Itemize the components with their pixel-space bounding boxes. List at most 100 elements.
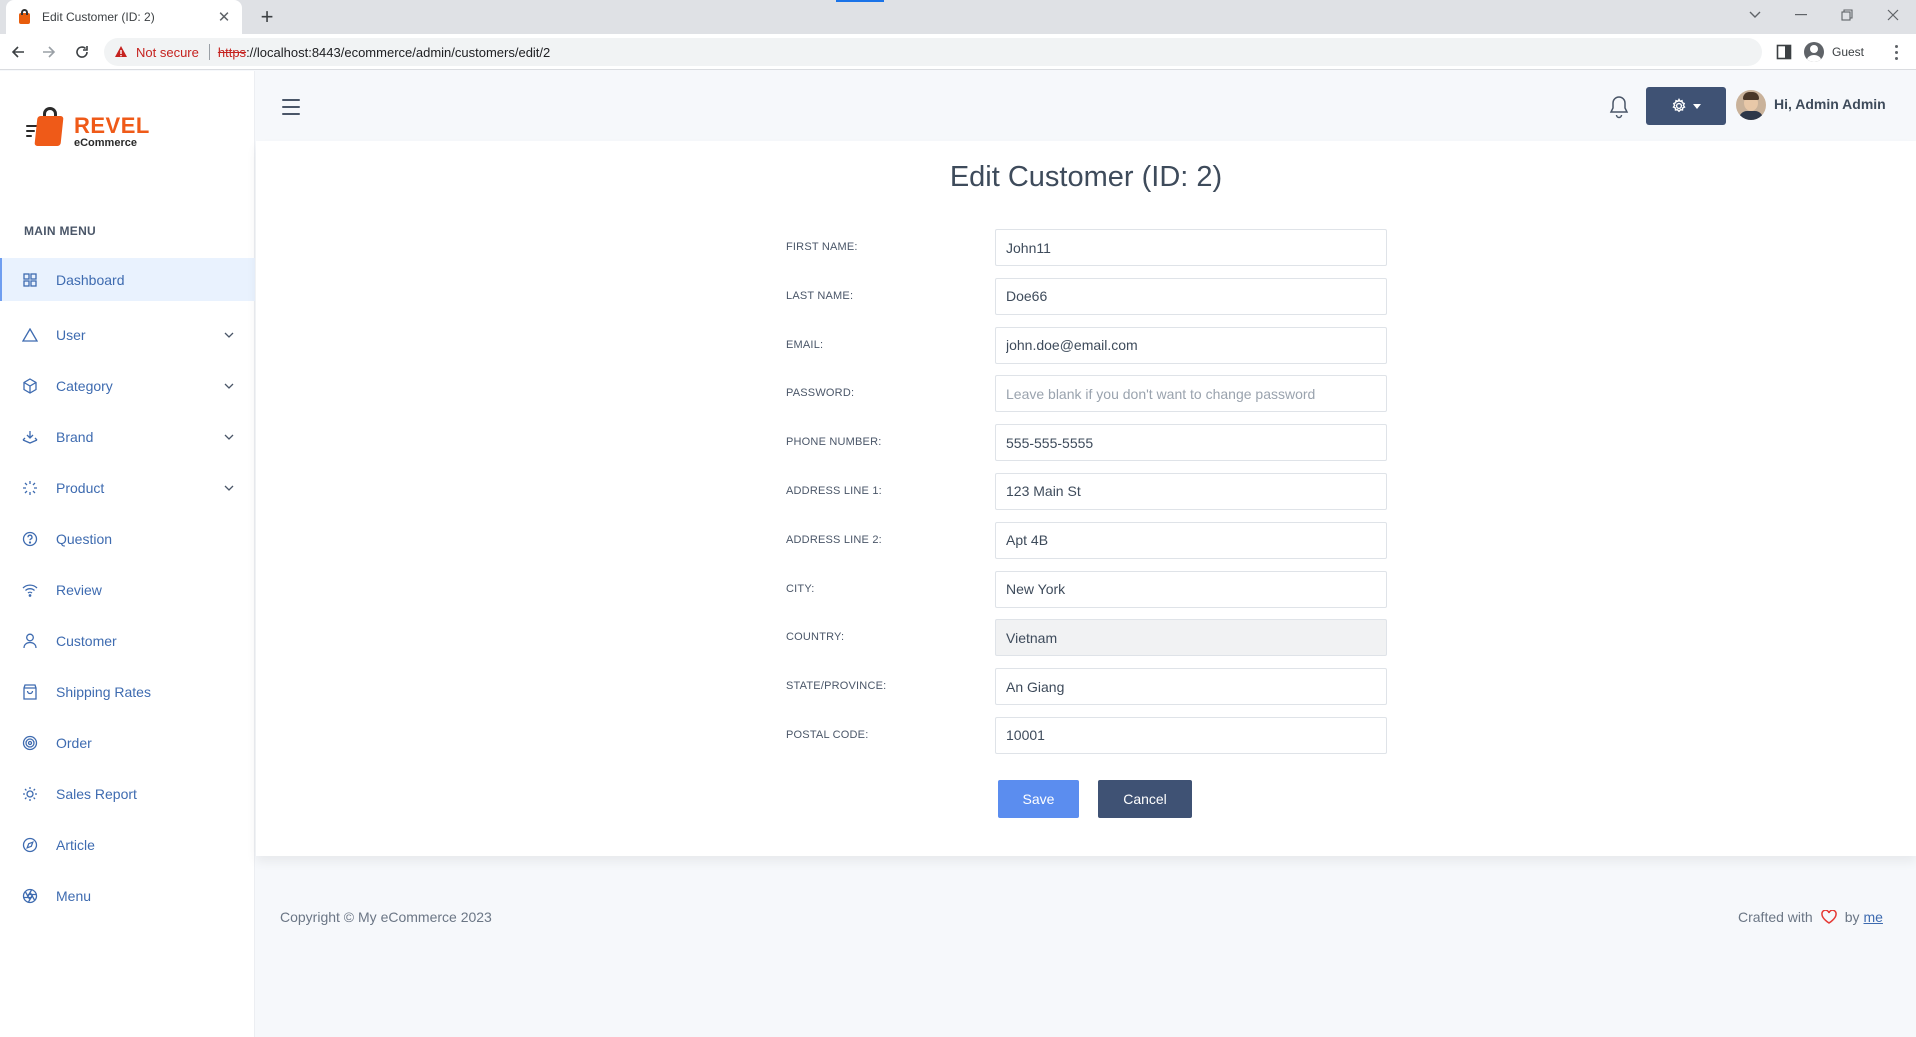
- address-bar[interactable]: Not secure https ://localhost:8443/ecomm…: [104, 38, 1762, 66]
- loader-icon: [22, 480, 38, 496]
- profile-button[interactable]: Guest: [1800, 39, 1875, 65]
- city-label: CITY:: [786, 582, 815, 595]
- url-path: ://localhost:8443/ecommerce/admin/custom…: [246, 44, 551, 60]
- minimize-icon[interactable]: [1778, 0, 1824, 30]
- password-label: PASSWORD:: [786, 387, 855, 400]
- last-name-label: LAST NAME:: [786, 289, 854, 302]
- layers-icon: [22, 429, 38, 445]
- warning-icon: [115, 46, 127, 57]
- footer-author-link[interactable]: me: [1864, 909, 1883, 925]
- settings-dropdown-button[interactable]: [1646, 87, 1726, 125]
- reload-icon[interactable]: [71, 41, 93, 63]
- country-field[interactable]: [995, 619, 1387, 657]
- postal-code-field[interactable]: [995, 716, 1387, 754]
- state-province-label: STATE/PROVINCE:: [786, 680, 887, 693]
- bell-icon[interactable]: [1608, 95, 1630, 119]
- postal-code-row: POSTAL CODE:: [786, 716, 1387, 766]
- email-label: EMAIL:: [786, 338, 824, 351]
- sidebar-item-sales-report[interactable]: Sales Report: [0, 768, 255, 819]
- profile-label: Guest: [1832, 45, 1865, 59]
- main-menu-heading: MAIN MENU: [24, 224, 97, 238]
- sidebar-item-label: Menu: [56, 887, 92, 904]
- last-name-field[interactable]: [995, 277, 1387, 315]
- address-line-1-row: ADDRESS LINE 1:: [786, 472, 1387, 522]
- first-name-field[interactable]: [995, 229, 1387, 266]
- footer-by-text: by: [1844, 909, 1860, 925]
- sidebar-item-shipping-rates[interactable]: Shipping Rates: [0, 666, 255, 717]
- guest-avatar-icon: [1804, 42, 1824, 62]
- side-panel-icon[interactable]: [1776, 44, 1792, 60]
- first-name-row: FIRST NAME:: [786, 229, 1387, 278]
- omnibox-divider: [208, 44, 210, 60]
- chevron-down-icon[interactable]: [223, 482, 235, 494]
- postal-code-label: POSTAL CODE:: [786, 728, 869, 741]
- back-icon[interactable]: [7, 41, 29, 63]
- tab-search-icon[interactable]: [1732, 0, 1778, 30]
- tab-title: Edit Customer (ID: 2): [42, 10, 155, 24]
- close-window-icon[interactable]: [1870, 0, 1916, 30]
- chevron-down-icon[interactable]: [223, 329, 235, 341]
- sidebar-item-product[interactable]: Product: [0, 462, 255, 513]
- triangle-icon: [22, 327, 38, 343]
- sidebar-item-menu[interactable]: Menu: [0, 870, 255, 921]
- browser-menu-icon[interactable]: [1888, 43, 1904, 61]
- logo-brand-text: REVEL: [74, 113, 150, 138]
- wifi-icon: [22, 582, 38, 598]
- chevron-down-icon[interactable]: [223, 380, 235, 392]
- hamburger-menu-icon[interactable]: [282, 99, 300, 115]
- sidebar-item-label: Question: [56, 530, 113, 547]
- brand-logo[interactable]: REVEL eCommerce: [26, 107, 166, 153]
- user-greeting[interactable]: Hi, Admin Admin: [1774, 96, 1886, 112]
- url-scheme: https: [217, 44, 247, 60]
- state-province-row: STATE/PROVINCE:: [786, 668, 1387, 717]
- city-field[interactable]: [995, 570, 1387, 608]
- avatar[interactable]: [1736, 90, 1766, 120]
- browser-tab[interactable]: Edit Customer (ID: 2) ✕: [6, 0, 242, 34]
- footer-crafted-text: Crafted with: [1738, 909, 1813, 925]
- phone-number-row: PHONE NUMBER:: [786, 424, 1387, 473]
- sidebar: REVEL eCommerce MAIN MENU Dashboard User…: [0, 71, 255, 1037]
- address-line-1-field[interactable]: [995, 472, 1387, 510]
- password-row: PASSWORD:: [786, 375, 1387, 424]
- forward-icon[interactable]: [38, 41, 60, 63]
- sidebar-item-article[interactable]: Article: [0, 819, 255, 870]
- chevron-down-icon[interactable]: [223, 431, 235, 443]
- compass-icon: [22, 837, 38, 853]
- loading-indicator: [836, 0, 884, 2]
- browser-toolbar: Not secure https ://localhost:8443/ecomm…: [0, 34, 1916, 70]
- close-tab-icon[interactable]: ✕: [216, 8, 232, 26]
- page-title: Edit Customer (ID: 2): [949, 161, 1223, 193]
- sidebar-item-order[interactable]: Order: [0, 717, 255, 768]
- new-tab-button[interactable]: +: [255, 5, 279, 29]
- footer-copyright: Copyright © My eCommerce 2023: [280, 909, 492, 925]
- cube-icon: [22, 377, 38, 394]
- sidebar-item-dashboard[interactable]: Dashboard: [0, 258, 255, 301]
- not-secure-label[interactable]: Not secure: [136, 45, 199, 60]
- sidebar-item-question[interactable]: Question: [0, 513, 255, 564]
- sidebar-item-customer[interactable]: Customer: [0, 615, 255, 666]
- address-line-2-field[interactable]: [995, 521, 1387, 559]
- sidebar-item-label: Order: [56, 734, 92, 751]
- city-row: CITY:: [786, 570, 1387, 620]
- sidebar-item-brand[interactable]: Brand: [0, 411, 255, 462]
- save-button[interactable]: Save: [998, 780, 1079, 818]
- state-province-field[interactable]: [995, 668, 1387, 706]
- shopping-bag-icon: [22, 683, 38, 700]
- password-field[interactable]: [995, 375, 1387, 413]
- email-field[interactable]: [995, 326, 1387, 364]
- browser-tab-strip: Edit Customer (ID: 2) ✕ +: [0, 0, 1916, 34]
- grid-icon: [22, 272, 38, 288]
- sun-icon: [22, 786, 38, 802]
- restore-icon[interactable]: [1824, 0, 1870, 30]
- user-icon: [22, 633, 38, 649]
- sidebar-item-user[interactable]: User: [0, 309, 255, 360]
- edit-customer-card: Edit Customer (ID: 2) FIRST NAME: LAST N…: [256, 141, 1916, 856]
- cancel-button[interactable]: Cancel: [1098, 780, 1192, 818]
- sidebar-item-category[interactable]: Category: [0, 360, 255, 411]
- favicon-icon: [16, 9, 32, 25]
- sidebar-item-review[interactable]: Review: [0, 564, 255, 615]
- sidebar-item-label: Review: [56, 581, 102, 598]
- address-line-1-label: ADDRESS LINE 1:: [786, 484, 882, 497]
- country-label: COUNTRY:: [786, 631, 845, 644]
- phone-number-field[interactable]: [995, 424, 1387, 462]
